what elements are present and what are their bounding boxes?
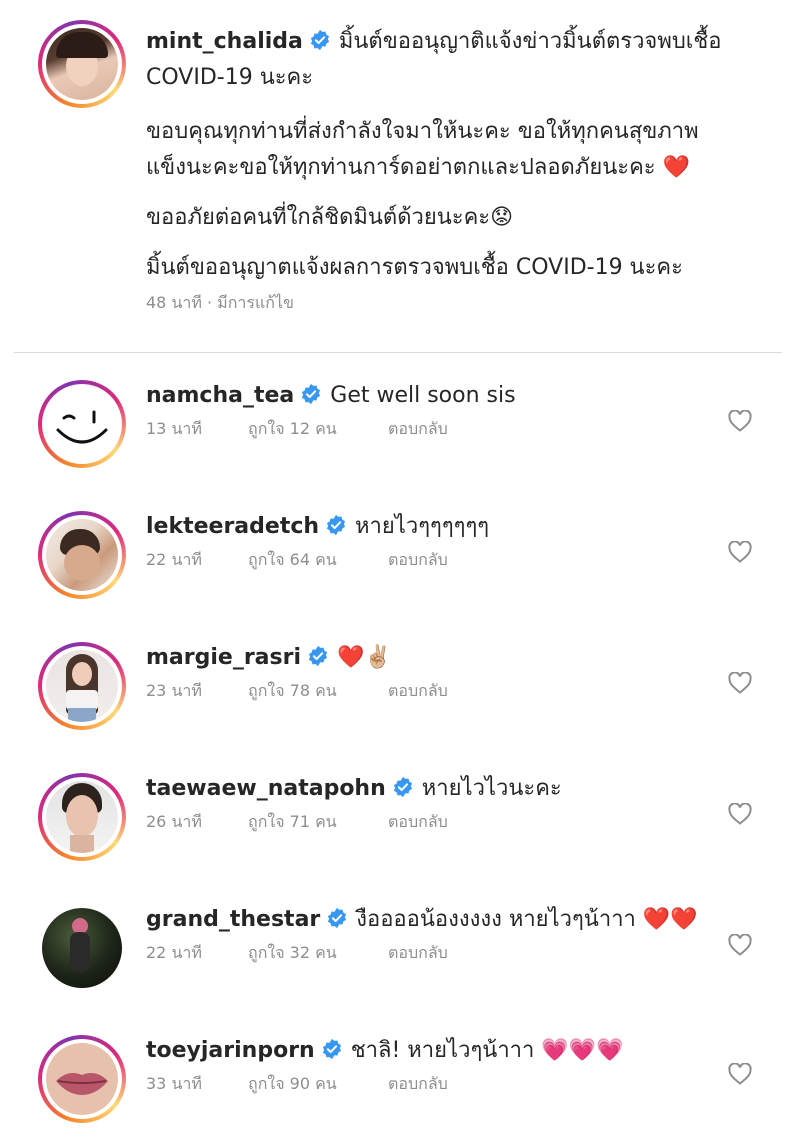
caption-divider	[14, 352, 782, 353]
comment-time: 13 นาที	[146, 419, 202, 438]
caption-meta: 48 นาที · มีการแก้ไข	[146, 293, 294, 312]
caption-text-line4: แข็งนะคะขอให้ทุกท่านการ์ดอย่าตกและปลอดภั…	[146, 155, 656, 180]
like-heart-icon[interactable]	[728, 803, 752, 825]
reply-button[interactable]: ตอบกลับ	[388, 1073, 448, 1095]
comment-likes[interactable]: ถูกใจ 32 คน	[248, 942, 388, 964]
comment-text: ชาลิ! หายไวๆน้าาา	[350, 1038, 535, 1063]
comment-time: 26 นาที	[146, 812, 202, 831]
comment-username[interactable]: namcha_tea	[146, 383, 294, 408]
verified-badge-icon	[326, 514, 346, 536]
caption-avatar[interactable]	[38, 20, 126, 108]
reply-button[interactable]: ตอบกลับ	[388, 680, 448, 702]
comment-text: Get well soon sis	[330, 383, 516, 408]
comment-username[interactable]: grand_thestar	[146, 907, 320, 932]
verified-badge-icon	[328, 907, 347, 929]
verified-badge-icon	[310, 29, 329, 51]
comment-item: toeyjarinporn ชาลิ! หายไวๆน้าาา 💗💗💗 33 นา…	[0, 1031, 806, 1141]
like-heart-icon[interactable]	[728, 1063, 752, 1085]
heart-emoji: ❤️	[662, 155, 691, 180]
comment-likes[interactable]: ถูกใจ 12 คน	[248, 418, 388, 440]
caption-text-line1: มิ้นต์ขออนุญาติแจ้งข่าวมิ้นต์ตรวจพบเชื้อ	[338, 29, 722, 54]
caption-text-line3: ขอบคุณทุกท่านที่ส่งกำลังใจมาให้นะคะ ขอให…	[146, 119, 699, 144]
caption-username[interactable]: mint_chalida	[146, 29, 303, 54]
comment-text: หายไวๆๆๆๆๆๆ	[355, 514, 490, 539]
worried-face-emoji: 😟	[490, 205, 514, 230]
comment-time: 22 นาที	[146, 943, 202, 962]
comment-item: taewaew_natapohn หายไวไวนะคะ 26 นาที ถูกใจ…	[0, 769, 806, 879]
reply-button[interactable]: ตอบกลับ	[388, 811, 448, 833]
comment-likes[interactable]: ถูกใจ 71 คน	[248, 811, 388, 833]
caption-text-line2: COVID-19 นะคะ	[146, 65, 314, 90]
like-heart-icon[interactable]	[728, 541, 752, 563]
comment-avatar[interactable]	[38, 773, 126, 861]
comment-emoji: ❤️❤️	[642, 907, 698, 932]
comment-time: 33 นาที	[146, 1074, 202, 1093]
verified-badge-icon	[308, 645, 328, 667]
comment-item: namcha_tea Get well soon sis 13 นาที ถูกใจ…	[0, 376, 806, 486]
comment-avatar[interactable]	[38, 904, 126, 992]
comment-text: งืออออน้องงงงง หายไวๆน้าาา	[356, 907, 636, 932]
comment-emoji: ❤️✌🏼	[337, 645, 392, 670]
reply-button[interactable]: ตอบกลับ	[388, 942, 448, 964]
comment-item: grand_thestar งืออออน้องงงงง หายไวๆน้าาา …	[0, 900, 806, 1010]
verified-badge-icon	[393, 776, 412, 798]
comment-avatar-lips[interactable]	[38, 1035, 126, 1123]
comment-avatar[interactable]	[38, 511, 126, 599]
comment-item: lekteeradetch หายไวๆๆๆๆๆๆ 22 นาที ถูกใจ 64…	[0, 507, 806, 617]
comment-time: 22 นาที	[146, 550, 202, 569]
comment-avatar-smiley[interactable]	[38, 380, 126, 468]
smiley-icon	[56, 410, 108, 444]
comment-likes[interactable]: ถูกใจ 64 คน	[248, 549, 388, 571]
comment-username[interactable]: toeyjarinporn	[146, 1038, 315, 1063]
comment-item: margie_rasri ❤️✌🏼 23 นาที ถูกใจ 78 คน ตอบกล…	[0, 638, 806, 748]
comment-username[interactable]: lekteeradetch	[146, 514, 319, 539]
comment-text: หายไวไวนะคะ	[421, 776, 562, 801]
caption-text-line5: ขออภัยต่อคนที่ใกล้ชิดมินต์ด้วยนะคะ	[146, 205, 491, 230]
lips-icon	[56, 1073, 108, 1095]
like-heart-icon[interactable]	[728, 934, 752, 956]
comment-likes[interactable]: ถูกใจ 78 คน	[248, 680, 388, 702]
like-heart-icon[interactable]	[728, 672, 752, 694]
like-heart-icon[interactable]	[728, 410, 752, 432]
comment-emoji: 💗💗💗	[541, 1038, 624, 1063]
comment-likes[interactable]: ถูกใจ 90 คน	[248, 1073, 388, 1095]
comment-avatar[interactable]	[38, 642, 126, 730]
reply-button[interactable]: ตอบกลับ	[388, 549, 448, 571]
caption-text-line6: มิ้นต์ขออนุญาตแจ้งผลการตรวจพบเชื้อ COVID…	[146, 255, 683, 280]
verified-badge-icon	[302, 383, 321, 405]
comment-time: 23 นาที	[146, 681, 202, 700]
verified-badge-icon	[322, 1038, 341, 1060]
comment-username[interactable]: margie_rasri	[146, 645, 301, 670]
comment-username[interactable]: taewaew_natapohn	[146, 776, 386, 801]
reply-button[interactable]: ตอบกลับ	[388, 418, 448, 440]
